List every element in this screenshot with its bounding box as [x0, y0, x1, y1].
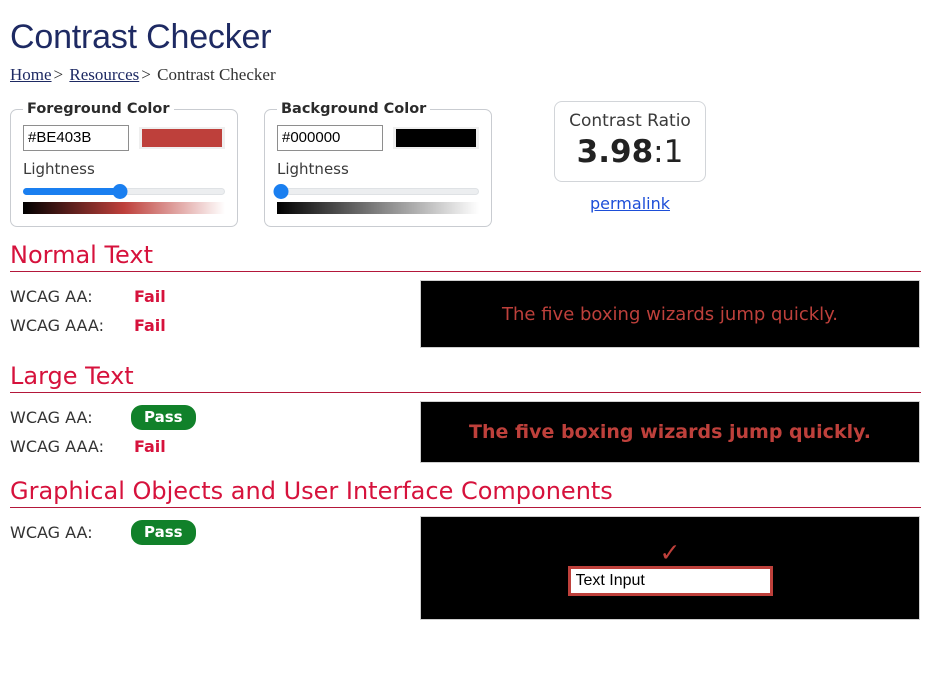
breadcrumb-separator: >: [53, 65, 64, 84]
contrast-ratio-suffix: :1: [653, 133, 684, 170]
section-body: WCAG AA: Fail WCAG AAA: Fail The five bo…: [10, 280, 921, 348]
background-swatch-frame: [393, 127, 479, 149]
background-hex-input[interactable]: [277, 125, 383, 151]
foreground-hex-input[interactable]: [23, 125, 129, 151]
breadcrumb-link-resources[interactable]: Resources: [69, 65, 139, 84]
background-lightness-label: Lightness: [277, 160, 349, 178]
foreground-hex-row: [23, 125, 225, 151]
foreground-color-fieldset: Foreground Color Lightness: [10, 101, 238, 227]
status-badge: Pass: [131, 520, 196, 545]
section-graphical-objects: Graphical Objects and User Interface Com…: [10, 477, 921, 620]
slider-thumb[interactable]: [112, 184, 128, 199]
breadcrumb: Home > Resources > Contrast Checker: [10, 65, 921, 85]
criterion-label: WCAG AA:: [10, 523, 93, 542]
breadcrumb-separator: >: [141, 65, 151, 84]
slider-track: [277, 188, 479, 195]
contrast-ratio-value: 3.98:1: [561, 135, 699, 169]
section-divider: [10, 507, 921, 508]
sample-text: The five boxing wizards jump quickly.: [502, 303, 838, 325]
background-legend: Background Color: [281, 101, 427, 117]
section-title: Large Text: [10, 362, 134, 390]
foreground-lightness-slider[interactable]: [23, 184, 225, 199]
criterion-row: WCAG AAA: Fail: [10, 432, 420, 461]
criteria-list: WCAG AA: Pass: [10, 516, 420, 547]
foreground-swatch[interactable]: [142, 129, 222, 147]
controls-row: Foreground Color Lightness Background Co…: [10, 101, 921, 227]
sample-text-input[interactable]: [567, 566, 773, 596]
contrast-checker-page: Contrast Checker Home > Resources > Contra…: [0, 18, 931, 620]
criteria-list: WCAG AA: Fail WCAG AAA: Fail: [10, 280, 420, 340]
background-swatch[interactable]: [396, 129, 476, 147]
section-title: Normal Text: [10, 241, 154, 269]
contrast-ratio-area: Contrast Ratio 3.98:1 permalink: [554, 101, 706, 213]
criteria-list: WCAG AA: Pass WCAG AAA: Fail: [10, 401, 420, 461]
section-divider: [10, 392, 921, 393]
background-gradient-bar: [277, 202, 479, 214]
status-badge: Fail: [134, 437, 166, 456]
slider-thumb[interactable]: [273, 184, 289, 199]
background-hex-row: [277, 125, 479, 151]
contrast-ratio-label: Contrast Ratio: [569, 111, 691, 131]
page-title: Contrast Checker: [10, 18, 272, 56]
section-body: WCAG AA: Pass ✓: [10, 516, 921, 620]
breadcrumb-link-home[interactable]: Home: [10, 65, 52, 84]
sample-text: The five boxing wizards jump quickly.: [469, 421, 871, 443]
criterion-row: WCAG AA: Pass: [10, 518, 420, 547]
foreground-legend: Foreground Color: [27, 101, 170, 117]
breadcrumb-current: Contrast Checker: [157, 65, 276, 84]
slider-fill: [23, 188, 120, 195]
section-divider: [10, 271, 921, 272]
preview-large-text: The five boxing wizards jump quickly.: [420, 401, 920, 463]
criterion-label: WCAG AA:: [10, 287, 93, 306]
criterion-row: WCAG AAA: Fail: [10, 311, 420, 340]
section-large-text: Large Text WCAG AA: Pass WCAG AAA: Fail …: [10, 362, 921, 463]
section-normal-text: Normal Text WCAG AA: Fail WCAG AAA: Fail…: [10, 241, 921, 348]
contrast-ratio-number: 3.98: [576, 133, 654, 170]
foreground-lightness-label: Lightness: [23, 160, 95, 178]
section-title: Graphical Objects and User Interface Com…: [10, 477, 613, 505]
foreground-swatch-frame: [139, 127, 225, 149]
criterion-row: WCAG AA: Pass: [10, 403, 420, 432]
permalink-link[interactable]: permalink: [590, 194, 670, 213]
checkmark-icon: ✓: [659, 538, 681, 567]
status-badge: Pass: [131, 405, 196, 430]
status-badge: Fail: [134, 287, 166, 306]
section-body: WCAG AA: Pass WCAG AAA: Fail The five bo…: [10, 401, 921, 463]
background-lightness-slider[interactable]: [273, 184, 479, 199]
foreground-gradient-bar: [23, 202, 225, 214]
contrast-ratio-box: Contrast Ratio 3.98:1: [554, 101, 706, 182]
criterion-row: WCAG AA: Fail: [10, 282, 420, 311]
preview-graphical-objects: ✓: [420, 516, 920, 620]
criterion-label: WCAG AAA:: [10, 316, 104, 335]
status-badge: Fail: [134, 316, 166, 335]
criterion-label: WCAG AA:: [10, 408, 93, 427]
preview-normal-text: The five boxing wizards jump quickly.: [420, 280, 920, 348]
background-color-fieldset: Background Color Lightness: [264, 101, 492, 227]
criterion-label: WCAG AAA:: [10, 437, 104, 456]
